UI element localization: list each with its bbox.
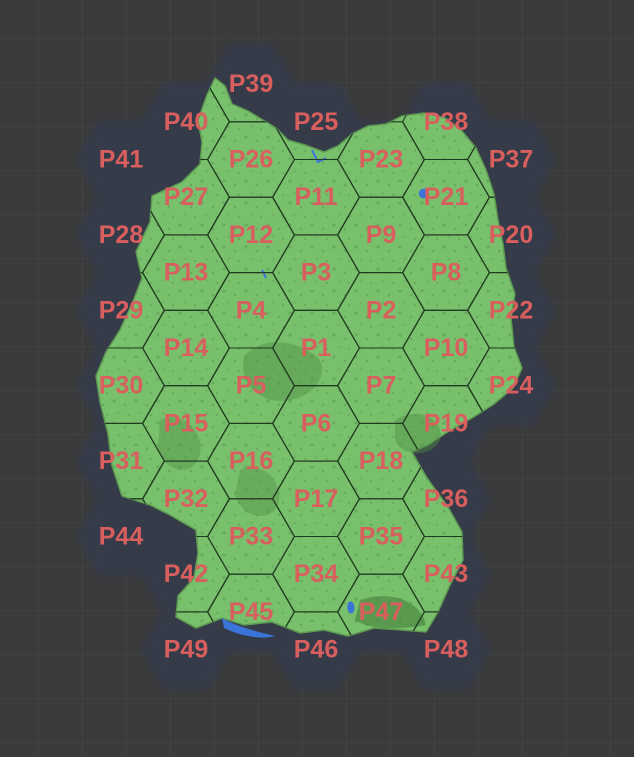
hex-label-p27: P27	[164, 183, 208, 211]
hex-label-p49: P49	[164, 636, 208, 664]
hex-label-p42: P42	[164, 560, 208, 588]
hex-label-p14: P14	[164, 334, 209, 362]
hex-label-p34: P34	[294, 560, 339, 588]
hex-label-p26: P26	[229, 146, 273, 174]
hex-label-p2: P2	[366, 296, 397, 324]
hex-label-p33: P33	[229, 523, 273, 551]
hex-label-p18: P18	[359, 447, 404, 475]
hex-label-p39: P39	[229, 70, 273, 98]
hex-label-p37: P37	[489, 146, 533, 174]
hex-label-p47: P47	[359, 598, 403, 626]
hex-label-p4: P4	[236, 296, 267, 324]
hex-label-p23: P23	[359, 146, 403, 174]
hex-label-p3: P3	[301, 259, 332, 287]
hex-label-p20: P20	[489, 221, 533, 249]
hex-label-p35: P35	[359, 523, 404, 551]
hex-label-p25: P25	[294, 108, 339, 136]
hex-label-p15: P15	[164, 409, 209, 437]
hex-label-p36: P36	[424, 485, 468, 513]
hex-label-p9: P9	[366, 221, 397, 249]
hex-label-p21: P21	[424, 183, 469, 211]
hex-label-p45: P45	[229, 598, 274, 626]
hex-label-p43: P43	[424, 560, 468, 588]
hex-label-p28: P28	[99, 221, 144, 249]
hex-label-p6: P6	[301, 409, 332, 437]
hex-map: P1 P2 P3 P4 P5 P6 P7 P8 P9 P10 P11 P12 P13 P14 P15 P16 P…	[0, 0, 634, 757]
hex-label-p22: P22	[489, 296, 533, 324]
hex-label-p24: P24	[489, 372, 534, 400]
hex-label-p11: P11	[294, 183, 337, 211]
hex-label-p1: P1	[301, 334, 332, 362]
hex-label-p30: P30	[99, 372, 143, 400]
hex-label-p13: P13	[164, 259, 208, 287]
hex-label-p40: P40	[164, 108, 208, 136]
hex-label-p16: P16	[229, 447, 273, 475]
hex-label-p46: P46	[294, 636, 338, 664]
hex-label-p12: P12	[229, 221, 273, 249]
hex-label-p38: P38	[424, 108, 469, 136]
hex-label-p10: P10	[424, 334, 468, 362]
hex-label-p48: P48	[424, 636, 469, 664]
hex-label-p31: P31	[99, 447, 144, 475]
hex-label-p32: P32	[164, 485, 208, 513]
hex-label-p41: P41	[99, 146, 144, 174]
hex-label-p29: P29	[99, 296, 143, 324]
hex-label-p5: P5	[236, 372, 267, 400]
hex-label-p7: P7	[366, 372, 397, 400]
hex-label-p44: P44	[99, 523, 144, 551]
hex-label-p19: P19	[424, 409, 468, 437]
hex-label-p17: P17	[294, 485, 338, 513]
hex-label-p8: P8	[431, 259, 462, 287]
